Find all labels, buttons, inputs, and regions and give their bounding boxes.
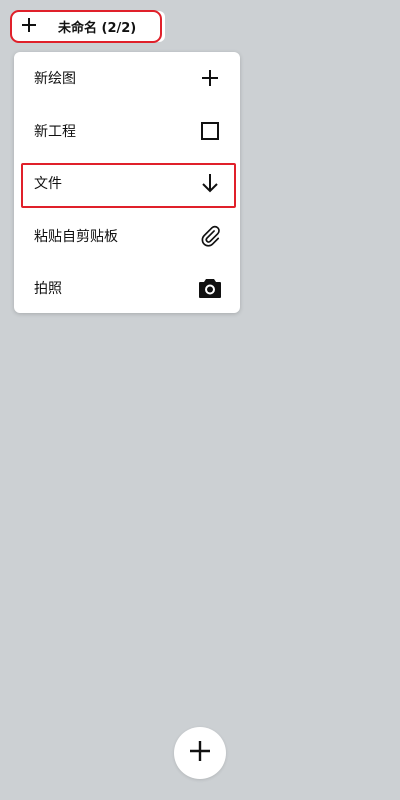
tab-untitled[interactable]: 未命名 (2/2) bbox=[46, 11, 165, 42]
tab-title-label: 未命名 (2/2) bbox=[58, 21, 137, 36]
menu-item-label: 新绘图 bbox=[34, 71, 76, 88]
menu-item-file[interactable]: 文件 bbox=[14, 157, 240, 210]
menu-item-new-project[interactable]: 新工程 bbox=[14, 105, 240, 158]
arrow-down-icon bbox=[198, 171, 222, 195]
menu-item-label: 文件 bbox=[34, 176, 62, 193]
menu-item-paste-from-clipboard[interactable]: 粘贴自剪贴板 bbox=[14, 210, 240, 263]
new-tab-button[interactable] bbox=[12, 11, 46, 42]
tab-bar: 未命名 (2/2) bbox=[12, 11, 165, 42]
menu-item-take-photo[interactable]: 拍照 bbox=[14, 262, 240, 315]
menu-item-label: 粘贴自剪贴板 bbox=[34, 228, 118, 245]
menu-item-label: 新工程 bbox=[34, 123, 76, 140]
plus-icon bbox=[198, 66, 222, 90]
plus-icon bbox=[188, 739, 212, 767]
menu-item-new-drawing[interactable]: 新绘图 bbox=[14, 52, 240, 105]
square-icon bbox=[198, 119, 222, 143]
paperclip-icon bbox=[198, 224, 222, 248]
menu-item-label: 拍照 bbox=[34, 281, 62, 298]
plus-icon bbox=[21, 17, 37, 37]
new-menu: 新绘图 新工程 文件 粘贴自剪贴板 拍照 bbox=[14, 52, 240, 313]
add-button[interactable] bbox=[174, 727, 226, 779]
camera-icon bbox=[198, 276, 222, 300]
